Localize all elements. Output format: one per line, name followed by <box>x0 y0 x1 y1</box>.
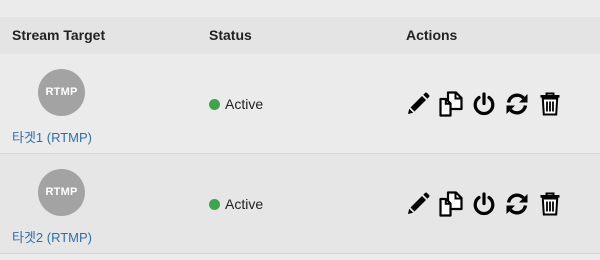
status-cell: Active <box>209 196 263 212</box>
status-dot-icon <box>209 99 220 110</box>
table-row: RTMP 타겟2 (RTMP) Active <box>0 154 600 254</box>
edit-icon[interactable] <box>405 191 431 217</box>
row-actions <box>405 91 570 117</box>
status-cell: Active <box>209 96 263 112</box>
stream-target-link[interactable]: 타겟1 (RTMP) <box>12 127 92 146</box>
power-icon[interactable] <box>471 91 497 117</box>
delete-icon[interactable] <box>537 191 563 217</box>
table-header: Stream Target Status Actions <box>0 17 600 55</box>
row-actions <box>405 191 570 217</box>
copy-icon[interactable] <box>438 91 464 117</box>
table-row: RTMP 타겟1 (RTMP) Active <box>0 54 600 154</box>
copy-icon[interactable] <box>438 191 464 217</box>
edit-icon[interactable] <box>405 91 431 117</box>
column-header-actions: Actions <box>406 27 458 43</box>
refresh-icon[interactable] <box>504 191 530 217</box>
refresh-icon[interactable] <box>504 91 530 117</box>
rtmp-avatar: RTMP <box>38 169 85 216</box>
delete-icon[interactable] <box>537 91 563 117</box>
stream-targets-table: Stream Target Status Actions RTMP 타겟1 (R… <box>0 0 600 260</box>
status-label: Active <box>225 96 264 112</box>
status-label: Active <box>225 196 264 212</box>
stream-target-link[interactable]: 타겟2 (RTMP) <box>12 227 92 246</box>
rtmp-avatar: RTMP <box>38 69 85 116</box>
status-dot-icon <box>209 199 220 210</box>
column-header-stream-target: Stream Target <box>12 27 106 43</box>
power-icon[interactable] <box>471 191 497 217</box>
column-header-status: Status <box>209 27 252 43</box>
